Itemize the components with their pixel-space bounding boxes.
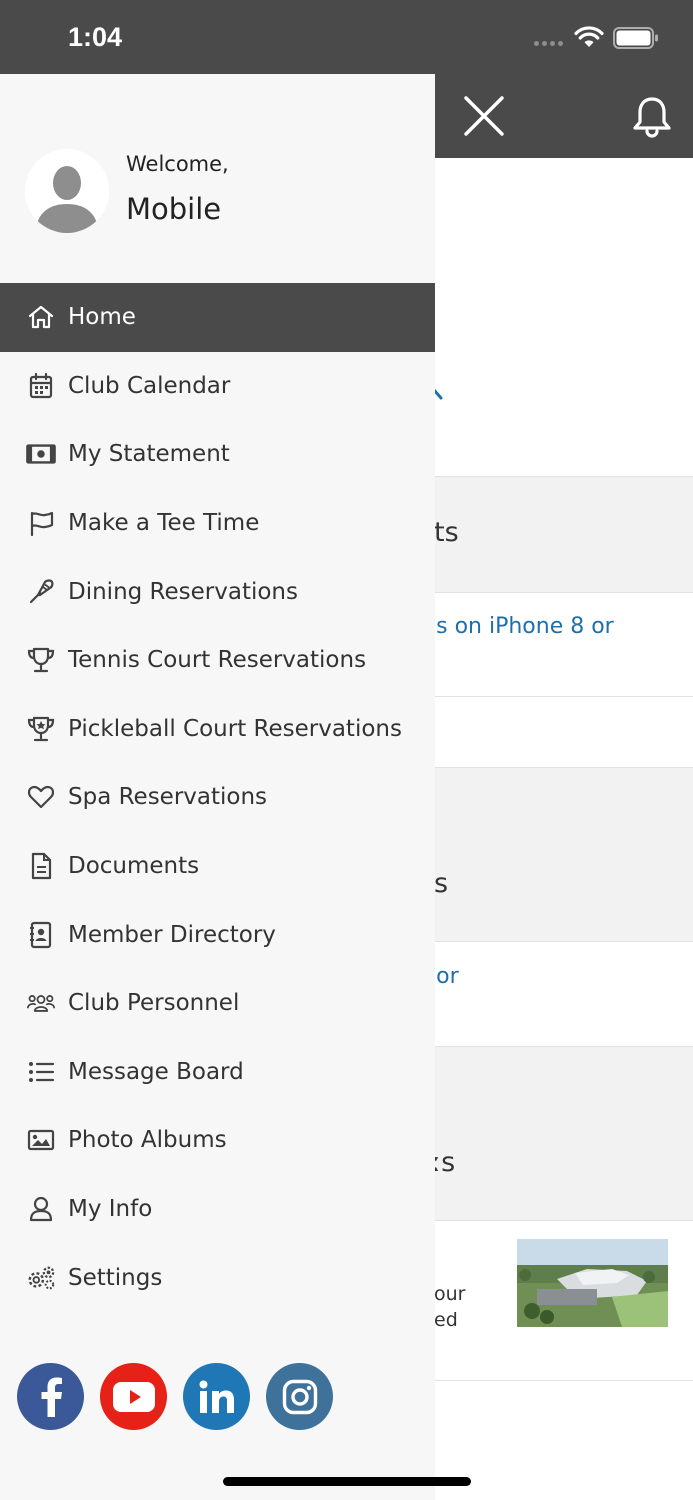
menu-label: Tennis Court Reservations [68, 647, 367, 674]
cellular-signal-icon [534, 41, 563, 46]
menu-label: Spa Reservations [68, 784, 268, 811]
linkedin-icon [199, 1380, 234, 1413]
user-icon [26, 1194, 56, 1224]
facebook-icon [41, 1377, 62, 1417]
menu-label: Dining Reservations [68, 578, 298, 605]
menu-label: Club Calendar [68, 372, 231, 399]
image-icon [26, 1125, 56, 1155]
menu-label: Member Directory [68, 921, 276, 948]
menu-item-message-board[interactable]: Message Board [0, 1038, 435, 1107]
document-icon [26, 851, 56, 881]
youtube-icon [112, 1381, 155, 1412]
news-thumbnail-image[interactable] [517, 1239, 668, 1327]
menu-item-dining-reservations[interactable]: Dining Reservations [0, 557, 435, 626]
menu-item-spa-reservations[interactable]: Spa Reservations [0, 763, 435, 832]
section-title-1: ts [434, 517, 459, 548]
users-icon [26, 988, 56, 1018]
menu-item-settings[interactable]: Settings [0, 1243, 435, 1312]
menu-item-documents[interactable]: Documents [0, 832, 435, 901]
contact-book-icon [26, 920, 56, 950]
menu-label: Photo Albums [68, 1127, 227, 1154]
calendar-icon [26, 371, 56, 401]
navigation-drawer: Welcome, Mobile Home Club Calendar My St… [0, 74, 435, 1500]
money-icon [26, 439, 56, 469]
default-avatar-icon [25, 149, 109, 233]
welcome-text: Welcome, [126, 152, 229, 176]
section-title-2: s [434, 868, 449, 899]
home-icon [26, 302, 56, 332]
profile-header: Welcome, Mobile [0, 74, 435, 283]
menu-label: My Info [68, 1196, 153, 1223]
divider [435, 696, 693, 697]
utensil-icon [26, 577, 56, 607]
menu-label: Make a Tee Time [68, 510, 260, 537]
menu-label: Pickleball Court Reservations [68, 715, 402, 742]
section-title-3: ːs [432, 1147, 456, 1178]
menu-item-photo-albums[interactable]: Photo Albums [0, 1106, 435, 1175]
youtube-button[interactable] [100, 1363, 167, 1430]
linkedin-button[interactable] [183, 1363, 250, 1430]
user-name: Mobile [126, 192, 222, 226]
section-text-line-1: our [434, 1283, 466, 1305]
avatar[interactable] [25, 149, 109, 233]
menu-item-my-info[interactable]: My Info [0, 1175, 435, 1244]
menu-label: Message Board [68, 1058, 244, 1085]
section-text-line-2: ed [434, 1309, 458, 1331]
menu-item-make-a-tee-time[interactable]: Make a Tee Time [0, 489, 435, 558]
drawer-menu: Home Club Calendar My Statement Make a T… [0, 283, 435, 1312]
flag-icon [26, 508, 56, 538]
instagram-button[interactable] [266, 1363, 333, 1430]
close-icon[interactable] [463, 95, 505, 137]
divider [435, 1380, 693, 1381]
menu-label: Settings [68, 1264, 163, 1291]
list-icon [26, 1057, 56, 1087]
menu-label: Documents [68, 853, 200, 880]
heart-icon [26, 782, 56, 812]
menu-item-tennis-court-reservations[interactable]: Tennis Court Reservations [0, 626, 435, 695]
menu-label: Club Personnel [68, 990, 240, 1017]
menu-item-home[interactable]: Home [0, 283, 435, 352]
facebook-button[interactable] [17, 1363, 84, 1430]
battery-icon [613, 27, 658, 49]
menu-label: My Statement [68, 441, 230, 468]
instagram-icon [282, 1379, 317, 1414]
trophy-icon [26, 645, 56, 675]
menu-item-member-directory[interactable]: Member Directory [0, 900, 435, 969]
menu-item-pickleball-court-reservations[interactable]: Pickleball Court Reservations [0, 695, 435, 764]
bell-icon[interactable] [632, 96, 672, 138]
status-time: 1:04 [68, 22, 123, 52]
menu-item-club-calendar[interactable]: Club Calendar [0, 352, 435, 421]
gears-icon [26, 1263, 56, 1293]
status-bar: 1:04 [0, 0, 693, 74]
app-screen: 1:04 ts ıs on iPhone 8 or s ıor ːs our e [0, 0, 693, 1500]
menu-item-my-statement[interactable]: My Statement [0, 420, 435, 489]
wifi-icon [574, 26, 604, 47]
menu-label: Home [68, 304, 136, 331]
section-link-1[interactable]: ıs on iPhone 8 or [430, 614, 614, 639]
menu-item-club-personnel[interactable]: Club Personnel [0, 969, 435, 1038]
award-trophy-icon [26, 714, 56, 744]
home-indicator[interactable] [223, 1477, 471, 1486]
social-links [17, 1363, 333, 1430]
